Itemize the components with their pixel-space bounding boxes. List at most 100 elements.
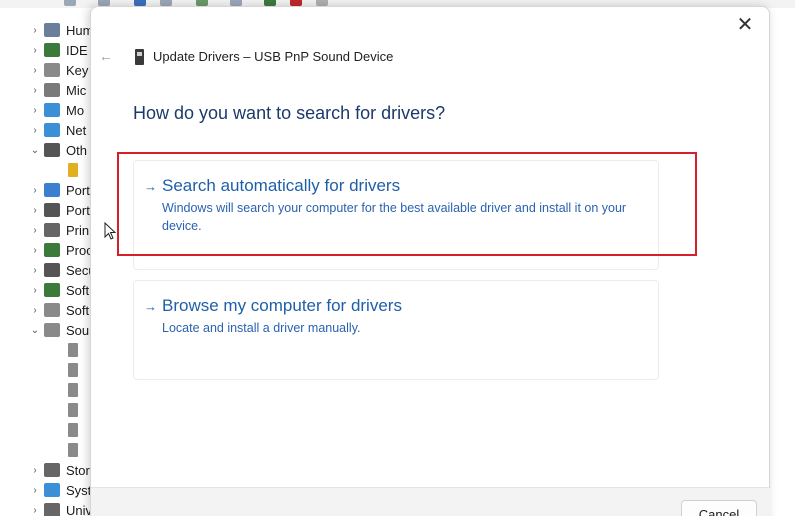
chevron-icon[interactable]: › (28, 505, 42, 516)
device-tree: › Hum › IDE › Key › Mic › Mo › Net ⌄ Oth › Port › Port › Pr… (0, 8, 100, 516)
chevron-icon[interactable]: › (28, 205, 42, 216)
tree-item-label: Port (66, 202, 90, 218)
device-category-icon (44, 463, 60, 477)
arrow-right-icon: → (144, 299, 157, 314)
chevron-icon[interactable]: › (28, 285, 42, 296)
tree-item[interactable] (0, 160, 100, 180)
device-category-icon (44, 323, 60, 337)
tree-item[interactable]: › Mo (0, 100, 100, 120)
device-category-icon (44, 123, 60, 137)
back-arrow-icon[interactable]: ← (99, 47, 115, 65)
device-category-icon (44, 143, 60, 157)
device-category-icon (44, 303, 60, 317)
tree-item[interactable]: › Stor (0, 460, 100, 480)
device-category-icon (44, 83, 60, 97)
device-category-icon (44, 43, 60, 57)
tree-item[interactable]: › Univ (0, 500, 100, 516)
chevron-icon[interactable]: › (28, 65, 42, 76)
tree-item[interactable]: › Prin (0, 220, 100, 240)
tree-item[interactable]: › Port (0, 180, 100, 200)
chevron-icon[interactable]: › (28, 225, 42, 236)
toolbar-icon[interactable] (64, 0, 76, 6)
tree-item-label: Sou (66, 322, 90, 338)
cancel-button[interactable]: Cancel (681, 500, 757, 516)
tree-item[interactable]: › Hum (0, 20, 100, 40)
device-category-icon (44, 203, 60, 217)
chevron-icon[interactable]: › (28, 125, 42, 136)
tree-item-label: Proc (66, 242, 93, 258)
update-drivers-dialog: ✕ ← Update Drivers – USB PnP Sound Devic… (90, 6, 771, 516)
page-heading: How do you want to search for drivers? (133, 103, 446, 123)
arrow-right-icon: → (144, 179, 157, 194)
option-description: Locate and install a driver manually. (162, 321, 361, 335)
tree-item[interactable]: › Proc (0, 240, 100, 260)
tree-item[interactable]: › Key (0, 60, 100, 80)
dialog-footer: Cancel (91, 487, 771, 516)
chevron-icon[interactable]: ⌄ (28, 325, 42, 336)
tree-item-label: Oth (66, 142, 87, 158)
device-category-icon (68, 423, 78, 437)
tree-item[interactable]: › Soft (0, 300, 100, 320)
device-category-icon (68, 383, 78, 397)
tree-item[interactable]: ⌄ Oth (0, 140, 100, 160)
chevron-icon[interactable]: ⌄ (28, 145, 42, 156)
device-category-icon (44, 63, 60, 77)
tree-item[interactable]: › Soft (0, 280, 100, 300)
tree-item-label: Syst (66, 482, 92, 498)
device-category-icon (44, 103, 60, 117)
tree-item-label: IDE (66, 42, 88, 58)
tree-item-label: Prin (66, 222, 90, 238)
chevron-icon[interactable]: › (28, 465, 42, 476)
tree-item-label: Net (66, 122, 87, 138)
device-category-icon (68, 363, 78, 377)
mouse-cursor-icon (104, 222, 116, 240)
tree-item-label: Key (66, 62, 89, 78)
chevron-icon[interactable]: › (28, 85, 42, 96)
chevron-icon[interactable]: › (28, 105, 42, 116)
device-category-icon (68, 443, 78, 457)
device-category-icon (44, 23, 60, 37)
device-category-icon (44, 503, 60, 516)
device-category-icon (44, 263, 60, 277)
device-category-icon (44, 183, 60, 197)
tree-item-label: Soft (66, 302, 90, 318)
tree-item[interactable]: › Port (0, 200, 100, 220)
dialog-title: Update Drivers – USB PnP Sound Device (153, 49, 394, 64)
tree-item[interactable] (0, 420, 100, 440)
device-category-icon (44, 483, 60, 497)
chevron-icon[interactable]: › (28, 45, 42, 56)
chevron-icon[interactable]: › (28, 265, 42, 276)
tree-item[interactable]: › Mic (0, 80, 100, 100)
tree-item[interactable]: › IDE (0, 40, 100, 60)
tree-item[interactable] (0, 340, 100, 360)
option-title[interactable]: Search automatically for drivers (162, 176, 400, 196)
tree-item[interactable]: › Secu (0, 260, 100, 280)
option-description: Windows will search your computer for th… (162, 201, 627, 233)
tree-item-label: Soft (66, 282, 90, 298)
device-category-icon (44, 243, 60, 257)
search-automatically-option[interactable]: → Search automatically for drivers Windo… (133, 160, 659, 270)
device-category-icon (68, 343, 78, 357)
tree-item[interactable] (0, 440, 100, 460)
tree-item[interactable] (0, 380, 100, 400)
tree-item[interactable]: › Net (0, 120, 100, 140)
chevron-icon[interactable]: › (28, 305, 42, 316)
tree-item[interactable] (0, 400, 100, 420)
option-title[interactable]: Browse my computer for drivers (162, 296, 402, 316)
device-category-icon (68, 403, 78, 417)
tree-item[interactable] (0, 360, 100, 380)
usb-device-icon (135, 49, 144, 65)
chevron-icon[interactable]: › (28, 25, 42, 36)
device-category-icon (44, 223, 60, 237)
chevron-icon[interactable]: › (28, 185, 42, 196)
tree-item-label: Port (66, 182, 90, 198)
chevron-icon[interactable]: › (28, 485, 42, 496)
tree-item-label: Stor (66, 462, 90, 478)
tree-item-label: Univ (66, 502, 93, 516)
browse-computer-option[interactable]: → Browse my computer for drivers Locate … (133, 280, 659, 380)
tree-item-label: Mic (66, 82, 87, 98)
tree-item[interactable]: › Syst (0, 480, 100, 500)
close-icon[interactable]: ✕ (733, 13, 757, 37)
tree-item[interactable]: ⌄ Sou (0, 320, 100, 340)
chevron-icon[interactable]: › (28, 245, 42, 256)
